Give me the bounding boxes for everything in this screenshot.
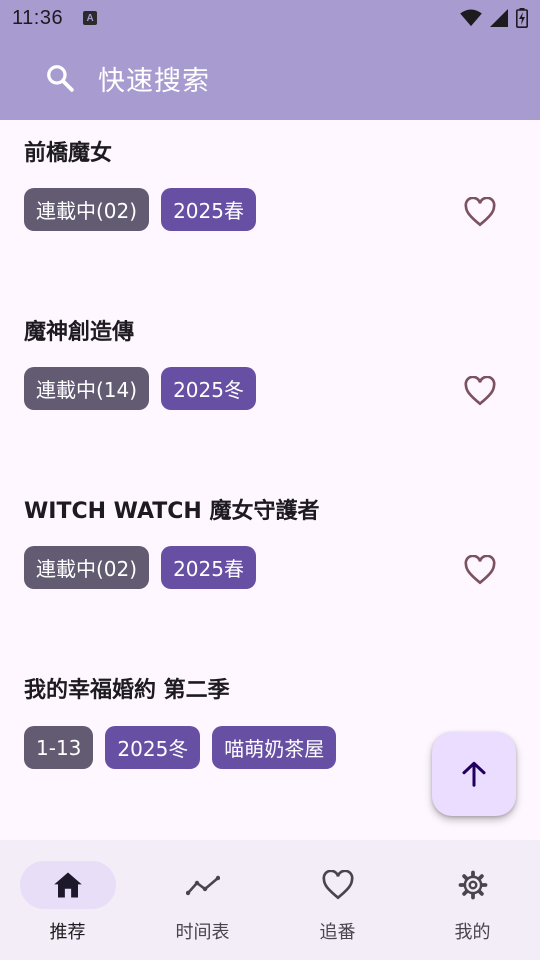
anime-title: WITCH WATCH 魔女守護者	[24, 499, 320, 524]
heart-outline-icon	[464, 197, 496, 227]
status-tag: 連載中(02)	[24, 188, 150, 231]
list-item[interactable]: 魔神創造傳 連載中(14) 2025冬	[0, 300, 540, 480]
heart-icon	[321, 870, 354, 900]
home-icon	[53, 872, 82, 898]
app-notification-letter: A	[86, 12, 94, 24]
timeline-icon	[185, 875, 220, 896]
nav-icon-container	[155, 861, 251, 909]
scroll-to-top-button[interactable]	[432, 732, 516, 816]
cell-signal-icon	[490, 9, 508, 27]
status-bar: 11:36 A	[0, 0, 540, 36]
anime-title: 前橋魔女	[24, 141, 113, 166]
gear-icon	[458, 870, 487, 900]
nav-item-following[interactable]: 追番	[270, 840, 405, 960]
tag-group: 1-13 2025冬 喵萌奶茶屋	[24, 726, 337, 769]
nav-active-indicator	[19, 861, 116, 909]
arrow-up-icon	[462, 761, 486, 787]
fansub-tag: 喵萌奶茶屋	[212, 726, 337, 769]
heart-outline-icon	[464, 555, 496, 585]
favorite-button[interactable]	[458, 548, 502, 592]
tag-group: 連載中(02) 2025春	[24, 188, 256, 231]
bottom-navigation: 推荐 时间表 追番 我的	[0, 840, 540, 960]
nav-label: 推荐	[49, 922, 86, 943]
status-indicators	[460, 8, 528, 28]
heart-outline-icon	[464, 376, 496, 406]
season-tag: 2025春	[161, 546, 256, 589]
search-input[interactable]: 快速搜索	[98, 59, 210, 98]
tag-group: 連載中(14) 2025冬	[24, 367, 256, 410]
status-tag: 連載中(14)	[24, 367, 150, 410]
anime-title: 我的幸福婚約 第二季	[24, 678, 230, 703]
app-notification-icon: A	[83, 11, 98, 25]
anime-title: 魔神創造傳	[24, 320, 135, 345]
nav-label: 追番	[319, 922, 356, 943]
nav-icon-container	[290, 861, 386, 909]
list-item[interactable]: 前橋魔女 連載中(02) 2025春	[0, 120, 540, 300]
season-tag: 2025冬	[105, 726, 201, 769]
episode-tag: 1-13	[24, 726, 94, 769]
status-time: 11:36	[12, 6, 64, 29]
nav-item-recommend[interactable]: 推荐	[0, 840, 135, 960]
season-tag: 2025春	[161, 188, 256, 231]
favorite-button[interactable]	[458, 369, 502, 413]
list-item[interactable]: WITCH WATCH 魔女守護者 連載中(02) 2025春	[0, 480, 540, 660]
wifi-icon	[460, 9, 482, 27]
favorite-button[interactable]	[458, 190, 502, 234]
nav-label: 我的	[454, 922, 491, 943]
search-bar[interactable]: 快速搜索	[0, 36, 540, 120]
nav-item-profile[interactable]: 我的	[405, 840, 540, 960]
nav-icon-container	[425, 861, 521, 909]
battery-icon	[516, 8, 528, 28]
tag-group: 連載中(02) 2025春	[24, 546, 256, 589]
season-tag: 2025冬	[161, 367, 256, 410]
search-icon[interactable]	[44, 62, 76, 94]
nav-item-schedule[interactable]: 时间表	[135, 840, 270, 960]
nav-label: 时间表	[175, 922, 230, 943]
status-tag: 連載中(02)	[24, 546, 150, 589]
